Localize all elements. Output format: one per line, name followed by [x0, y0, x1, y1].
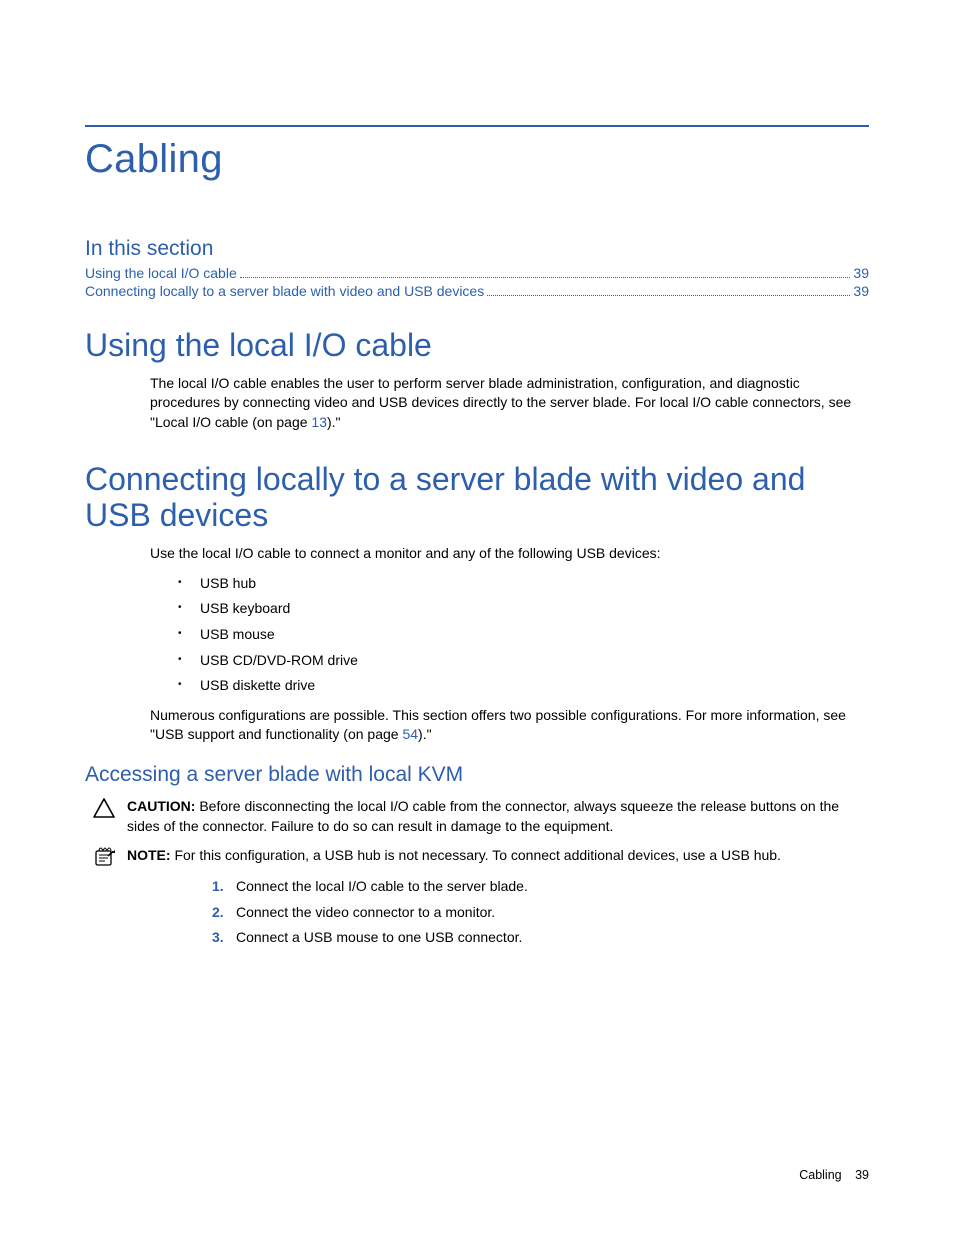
text: Before disconnecting the local I/O cable… — [127, 798, 839, 834]
toc-item-page: 39 — [853, 265, 869, 281]
step-item: Connect the local I/O cable to the serve… — [212, 877, 869, 897]
list-item: USB mouse — [186, 625, 869, 645]
list-item: USB CD/DVD-ROM drive — [186, 651, 869, 671]
toc-item-label: Using the local I/O cable — [85, 265, 237, 281]
note-label: NOTE: — [127, 847, 171, 863]
text: )." — [327, 414, 341, 430]
toc-item-page: 39 — [853, 283, 869, 299]
paragraph: The local I/O cable enables the user to … — [150, 374, 869, 433]
caution-text: CAUTION: Before disconnecting the local … — [127, 797, 869, 836]
paragraph: Use the local I/O cable to connect a mon… — [150, 544, 869, 564]
page-footer: Cabling 39 — [799, 1168, 869, 1182]
list-item: USB diskette drive — [186, 676, 869, 696]
list-item: USB hub — [186, 574, 869, 594]
steps-container: Connect the local I/O cable to the serve… — [150, 877, 869, 948]
text: For this configuration, a USB hub is not… — [171, 847, 781, 863]
section-body: The local I/O cable enables the user to … — [150, 374, 869, 433]
toc-dots — [240, 277, 851, 278]
page: Cabling In this section Using the local … — [0, 0, 954, 948]
step-item: Connect a USB mouse to one USB connector… — [212, 928, 869, 948]
page-link[interactable]: 13 — [311, 414, 327, 430]
caution-admonition: CAUTION: Before disconnecting the local … — [93, 797, 869, 836]
toc-item-label: Connecting locally to a server blade wit… — [85, 283, 484, 299]
footer-page-number: 39 — [855, 1168, 869, 1182]
section-heading-connecting-locally: Connecting locally to a server blade wit… — [85, 461, 869, 535]
caution-icon — [93, 797, 127, 818]
list-item: USB keyboard — [186, 599, 869, 619]
bullet-list: USB hub USB keyboard USB mouse USB CD/DV… — [150, 574, 869, 696]
step-item: Connect the video connector to a monitor… — [212, 903, 869, 923]
page-title: Cabling — [85, 137, 869, 182]
text: The local I/O cable enables the user to … — [150, 375, 851, 430]
toc-dots — [487, 295, 850, 296]
toc-heading: In this section — [85, 237, 869, 261]
note-text: NOTE: For this configuration, a USB hub … — [127, 846, 869, 866]
note-icon — [93, 846, 127, 867]
paragraph: Numerous configurations are possible. Th… — [150, 706, 869, 745]
caution-label: CAUTION: — [127, 798, 195, 814]
toc-item[interactable]: Using the local I/O cable 39 — [85, 265, 869, 281]
ordered-steps: Connect the local I/O cable to the serve… — [150, 877, 869, 948]
page-link[interactable]: 54 — [402, 726, 418, 742]
text: Numerous configurations are possible. Th… — [150, 707, 846, 743]
note-admonition: NOTE: For this configuration, a USB hub … — [93, 846, 869, 867]
subsection-heading-accessing-kvm: Accessing a server blade with local KVM — [85, 763, 869, 787]
toc-item[interactable]: Connecting locally to a server blade wit… — [85, 283, 869, 299]
footer-section: Cabling — [799, 1168, 841, 1182]
top-rule — [85, 125, 869, 127]
text: )." — [418, 726, 432, 742]
section-body: Use the local I/O cable to connect a mon… — [150, 544, 869, 745]
section-heading-using-io-cable: Using the local I/O cable — [85, 327, 869, 364]
